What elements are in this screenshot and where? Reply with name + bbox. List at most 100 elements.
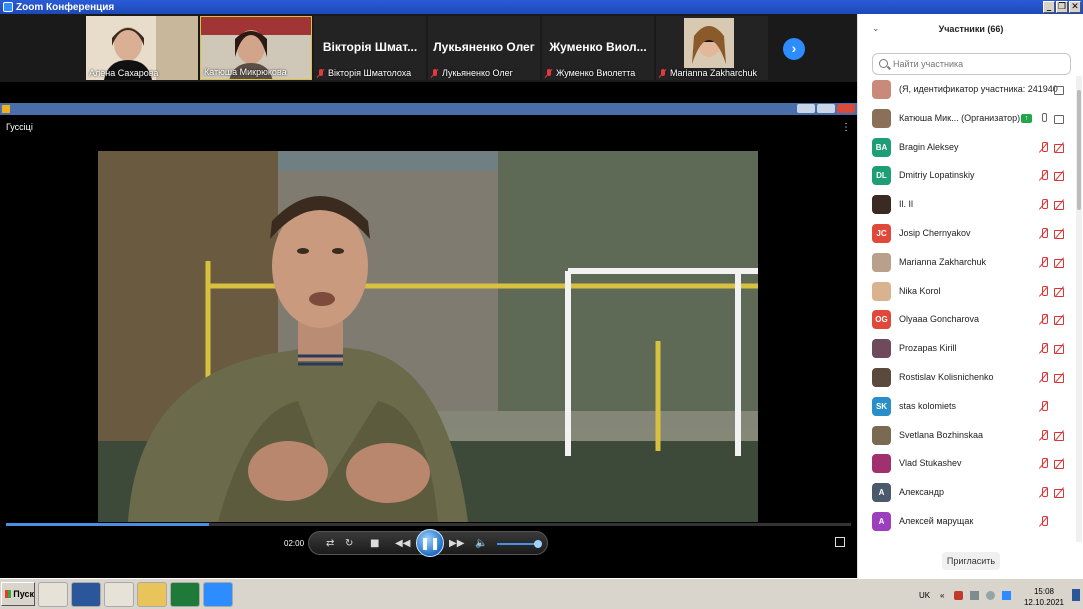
mic-off-icon[interactable] — [1039, 516, 1049, 528]
media-player-titlebar[interactable] — [0, 103, 857, 115]
maximize-button[interactable]: ❐ — [1056, 1, 1068, 13]
close-button[interactable]: ✕ — [1069, 1, 1081, 13]
camera-off-icon[interactable] — [1054, 344, 1066, 355]
participant-row[interactable]: OG Olyaaa Goncharova — [858, 306, 1076, 334]
video-tile[interactable]: Алена Сахарова — [86, 16, 198, 80]
notification-icon[interactable] — [1072, 589, 1080, 601]
mic-off-icon[interactable] — [1039, 372, 1049, 384]
name-tile[interactable]: Лукьяненко Олег Лукьяненко Олег — [428, 16, 540, 80]
camera-off-icon[interactable] — [1054, 373, 1066, 383]
camera-off-icon[interactable] — [1054, 488, 1066, 499]
camera-off-icon[interactable] — [1054, 258, 1066, 268]
mic-off-icon[interactable] — [1039, 400, 1049, 413]
mic-off-icon[interactable] — [1039, 487, 1049, 499]
video-tile-active[interactable]: Катюша Микрюкова — [200, 16, 312, 80]
player-minimize-button[interactable] — [797, 104, 815, 113]
volume-slider[interactable] — [497, 540, 542, 548]
participant-row[interactable]: Prozapas Kirill — [858, 335, 1076, 363]
participant-row[interactable]: Marianna Zakharchuk — [858, 249, 1076, 277]
chevron-right-icon[interactable]: › — [783, 38, 805, 60]
search-input[interactable]: Найти участника — [872, 53, 1071, 75]
mic-off-icon[interactable] — [1039, 170, 1049, 182]
name-tile[interactable]: Жуменко Виол... Жуменко Виолетта — [542, 16, 654, 80]
participant-row[interactable]: (Я, идентификатор участника: 241940 — [858, 76, 1076, 104]
mic-icon[interactable] — [1042, 112, 1047, 122]
participant-row[interactable]: Svetlana Bozhinskaa — [858, 422, 1076, 450]
invite-button[interactable]: Пригласить — [942, 552, 1000, 570]
title-bar[interactable]: Zoom Конференция _ ❐ ✕ — [0, 0, 1083, 14]
volume-knob[interactable] — [534, 540, 542, 548]
scrollbar-thumb[interactable] — [1077, 90, 1081, 210]
participant-row[interactable]: BA Bragin Aleksey — [858, 134, 1076, 162]
menu-icon[interactable]: ⋮ — [841, 122, 851, 133]
minimize-button[interactable]: _ — [1043, 1, 1055, 13]
video-frame[interactable] — [98, 151, 758, 522]
folder-icon[interactable] — [137, 582, 167, 607]
participant-row[interactable]: Rostislav Kolisnichenko — [858, 364, 1076, 392]
next-icon[interactable]: ▶▶ — [449, 537, 464, 551]
camera-off-icon[interactable] — [1054, 229, 1066, 239]
word-icon[interactable] — [71, 582, 101, 607]
security-icon[interactable] — [954, 591, 963, 600]
participants-scrollbar[interactable] — [1076, 76, 1082, 542]
participant-row[interactable]: Nika Korol — [858, 278, 1076, 306]
switch-mode-icon[interactable]: ⇄ — [326, 537, 334, 551]
participant-row[interactable]: Катюша Мик... (Организатор) ↑ — [858, 105, 1076, 133]
participants-list: (Я, идентификатор участника: 241940 Катюш… — [858, 76, 1076, 544]
volume-icon[interactable]: 🔈 — [475, 537, 487, 551]
name-tile[interactable]: Вікторія Шмат... Вікторія Шматолоха — [314, 16, 426, 80]
participant-name: Александр — [899, 487, 945, 498]
language-indicator[interactable]: UK — [919, 591, 930, 600]
video-tile[interactable]: Marianna Zakharchuk — [656, 16, 768, 80]
mic-off-icon[interactable] — [1039, 343, 1049, 355]
excel-icon[interactable] — [170, 582, 200, 607]
video-strip: Алена Сахарова Катюша Микрюкова Вікторія… — [0, 14, 857, 82]
participant-row[interactable]: A Александр — [858, 479, 1076, 507]
participant-name: Bragin Aleksey — [899, 141, 959, 152]
camera-off-icon[interactable] — [1054, 200, 1066, 211]
clock[interactable]: 15:08 12.10.2021 — [1020, 586, 1068, 608]
zoom-tray-icon[interactable] — [1002, 591, 1011, 600]
repeat-icon[interactable]: ↻ — [345, 537, 353, 551]
avatar: BA — [872, 137, 891, 157]
stop-icon[interactable]: ■ — [370, 537, 379, 551]
camera-icon[interactable] — [1054, 114, 1066, 124]
mic-off-icon[interactable] — [1039, 228, 1049, 240]
mic-off-icon[interactable] — [1039, 199, 1049, 211]
camera-off-icon[interactable] — [1054, 315, 1066, 326]
opera-icon[interactable] — [104, 582, 134, 607]
pause-button[interactable]: ❚❚ — [416, 529, 444, 557]
start-button[interactable]: Пуск — [1, 582, 35, 606]
previous-icon[interactable]: ◀◀ — [395, 537, 410, 551]
tile-caption: Лукьяненко Олег — [442, 68, 513, 78]
chrome-icon[interactable] — [38, 582, 68, 607]
participant-row[interactable]: DL Dmitriy Lopatinskiy — [858, 162, 1076, 190]
camera-off-icon[interactable] — [1054, 431, 1066, 441]
participant-row[interactable]: JC Josip Chernyakov — [858, 220, 1076, 248]
zoom-icon[interactable] — [203, 582, 233, 607]
player-restore-button[interactable] — [817, 104, 835, 113]
mic-off-icon[interactable] — [1039, 141, 1049, 154]
speaker-icon[interactable] — [986, 591, 995, 600]
camera-off-icon[interactable] — [1054, 143, 1066, 153]
camera-off-icon[interactable] — [1054, 171, 1066, 182]
participant-row[interactable]: A Алексей марущак — [858, 508, 1076, 536]
participant-row[interactable]: Il. Il — [858, 191, 1076, 219]
mic-off-icon[interactable] — [1039, 429, 1049, 442]
camera-icon[interactable] — [1054, 85, 1066, 95]
seek-bar[interactable] — [6, 523, 851, 526]
player-close-button[interactable] — [837, 104, 855, 113]
mic-off-icon[interactable] — [1039, 314, 1049, 326]
camera-off-icon[interactable] — [1054, 459, 1066, 470]
tray-arrow-icon[interactable]: « — [940, 591, 949, 600]
tile-caption: Marianna Zakharchuk — [670, 68, 758, 78]
mic-off-icon[interactable] — [1039, 285, 1049, 298]
fullscreen-icon[interactable] — [835, 537, 845, 547]
participant-row[interactable]: SK stas kolomiets — [858, 393, 1076, 421]
chevron-down-icon[interactable]: ⌄ — [872, 23, 880, 34]
camera-off-icon[interactable] — [1054, 287, 1066, 297]
network-icon[interactable] — [970, 591, 979, 600]
participant-row[interactable]: Vlad Stukashev — [858, 450, 1076, 478]
mic-off-icon[interactable] — [1039, 458, 1049, 470]
mic-off-icon[interactable] — [1039, 256, 1049, 269]
